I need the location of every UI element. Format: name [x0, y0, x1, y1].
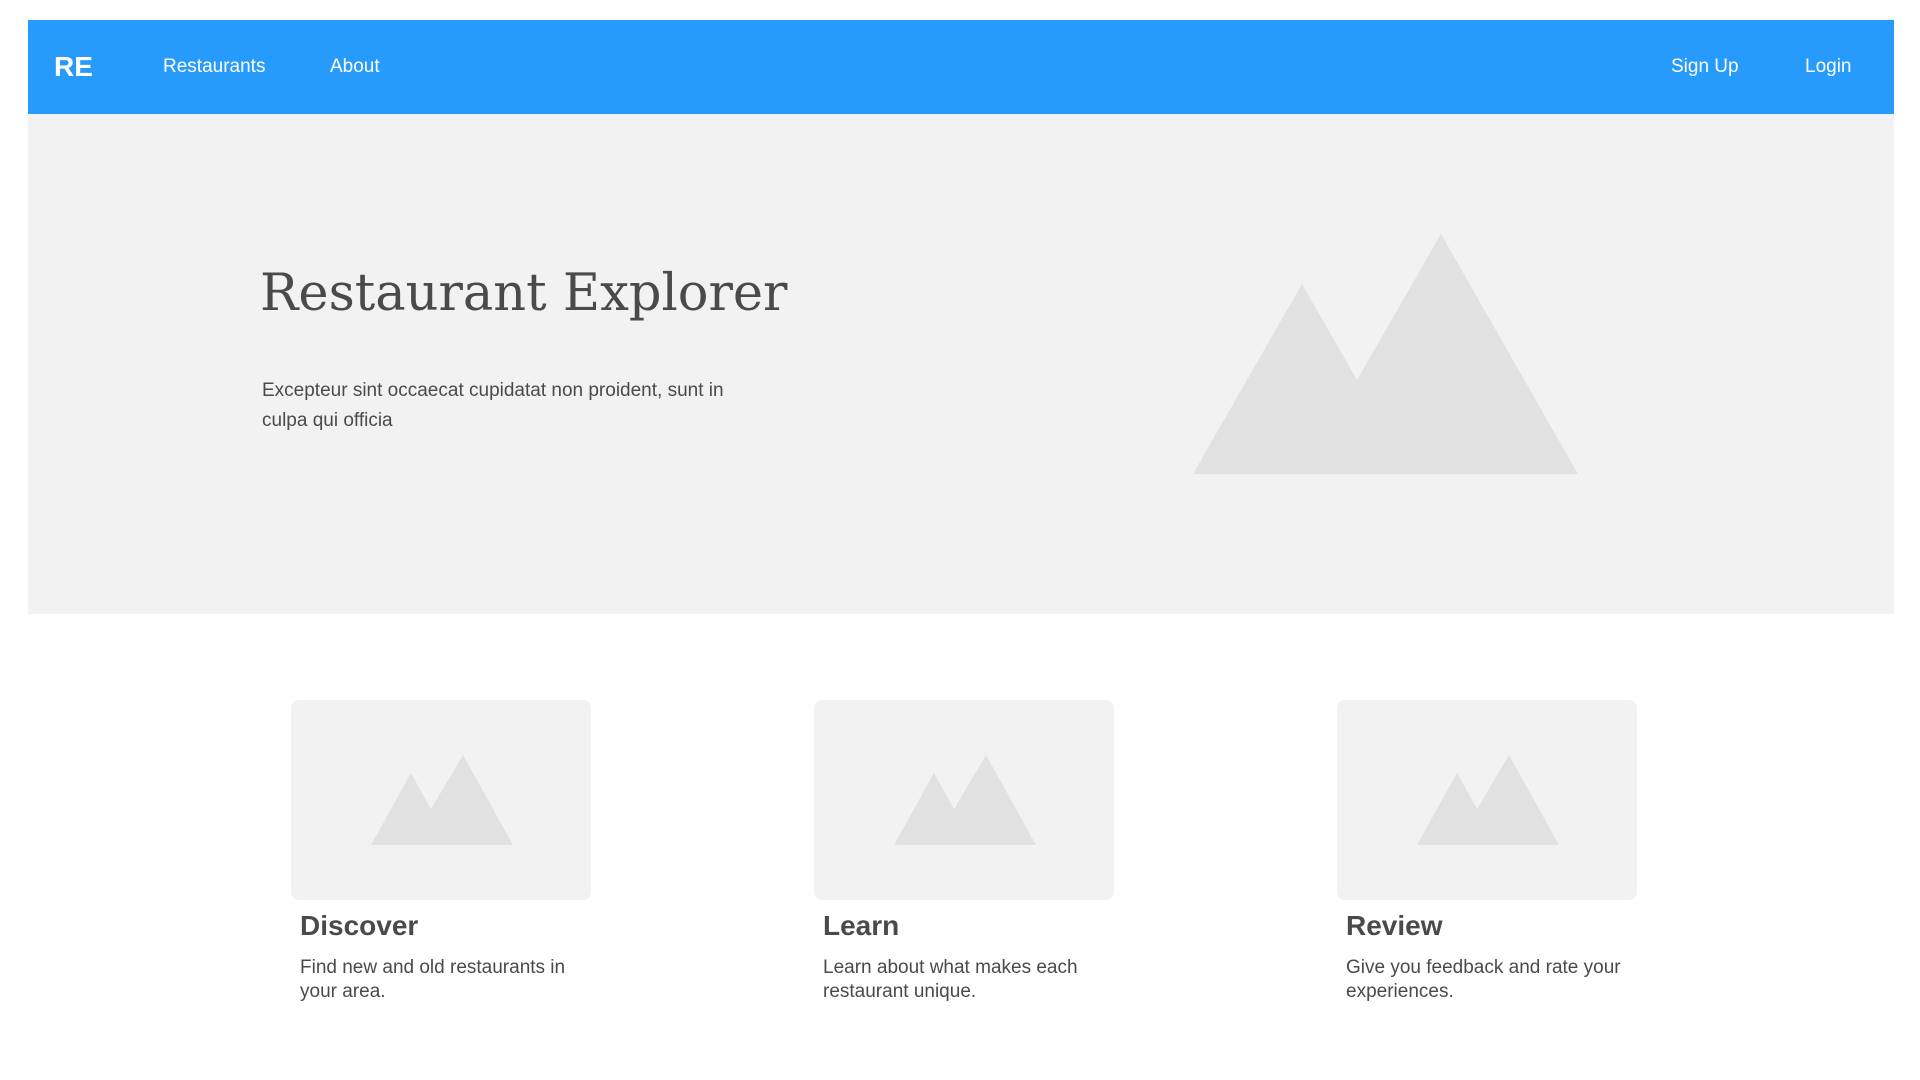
mountain-image-placeholder-icon [1193, 234, 1578, 474]
nav-link-sign-up[interactable]: Sign Up [1671, 20, 1739, 114]
card-image-placeholder [291, 700, 591, 900]
nav-link-about[interactable]: About [330, 20, 380, 114]
card-image-placeholder [814, 700, 1114, 900]
feature-description: Find new and old restaurants in your are… [300, 957, 566, 1002]
hero-description: Excepteur sint occaecat cupidatat non pr… [262, 380, 724, 431]
hero-image-placeholder [1193, 234, 1583, 474]
hero-title: Restaurant Explorer [260, 264, 788, 323]
logo[interactable]: RE [54, 20, 93, 114]
mountain-image-placeholder-icon [894, 755, 1036, 845]
feature-description: Give you feedback and rate your experien… [1346, 957, 1621, 1002]
top-navbar: RE Restaurants About Sign Up Login [28, 20, 1894, 114]
mountain-image-placeholder-icon [1417, 755, 1559, 845]
mountain-image-placeholder-icon [371, 755, 513, 845]
nav-link-restaurants[interactable]: Restaurants [163, 20, 265, 114]
feature-title: Discover [300, 910, 419, 941]
feature-title: Review [1346, 910, 1443, 941]
nav-link-login[interactable]: Login [1805, 20, 1852, 114]
feature-title: Learn [823, 910, 900, 941]
feature-description: Learn about what makes each restaurant u… [823, 957, 1078, 1002]
hero-section: Restaurant Explorer Excepteur sint occae… [28, 114, 1894, 614]
card-image-placeholder [1337, 700, 1637, 900]
